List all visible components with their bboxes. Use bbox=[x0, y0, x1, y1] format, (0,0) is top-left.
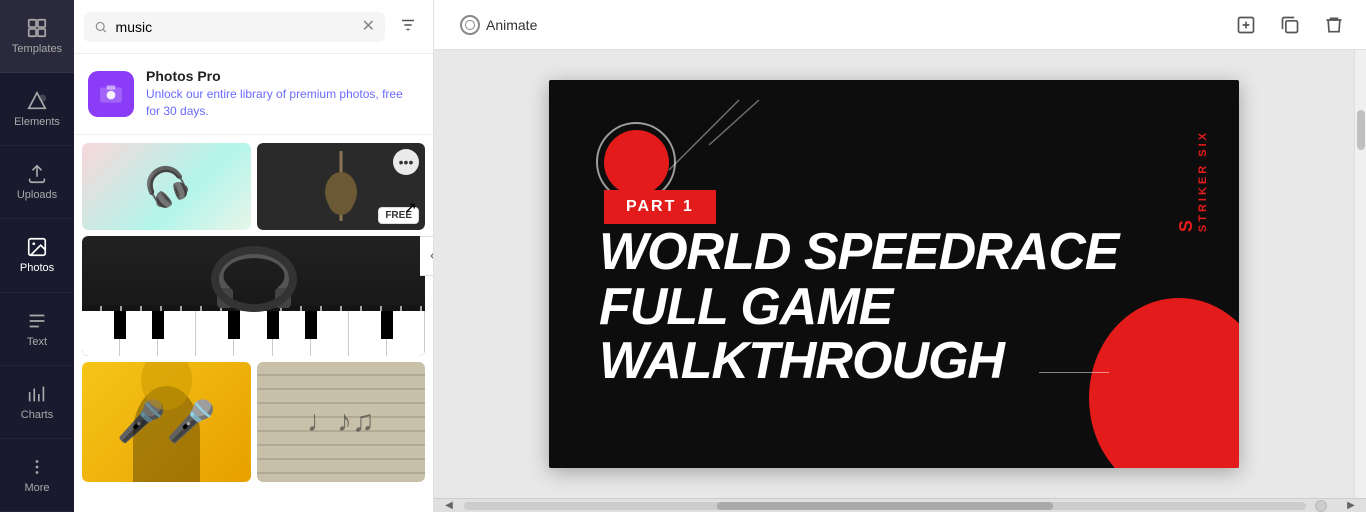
sidebar-more-label: More bbox=[24, 482, 49, 494]
slide-red-circle bbox=[604, 130, 669, 195]
search-input[interactable]: music bbox=[116, 19, 354, 35]
sidebar-charts-label: Charts bbox=[21, 409, 53, 421]
clear-search-button[interactable]: ✕ bbox=[362, 19, 375, 35]
scroll-indicator-dot bbox=[1315, 500, 1327, 512]
image-grid: ••• FREE ↗ bbox=[74, 135, 433, 512]
add-page-button[interactable] bbox=[1230, 9, 1262, 41]
sidebar-uploads-label: Uploads bbox=[17, 189, 57, 201]
delete-button[interactable] bbox=[1318, 9, 1350, 41]
filter-icon bbox=[399, 16, 417, 34]
add-icon bbox=[1236, 15, 1256, 35]
sidebar-item-photos[interactable]: Photos bbox=[0, 219, 74, 292]
photos-pro-text: Photos Pro Unlock our entire library of … bbox=[146, 68, 419, 120]
duplicate-button[interactable] bbox=[1274, 9, 1306, 41]
sidebar-item-elements[interactable]: Elements bbox=[0, 73, 74, 146]
sidebar-item-text[interactable]: Text bbox=[0, 293, 74, 366]
sidebar-item-charts[interactable]: Charts bbox=[0, 366, 74, 439]
image-row-1: ••• FREE ↗ bbox=[82, 143, 425, 230]
image-row-3: 🎤 ♩♪♫ bbox=[82, 362, 425, 482]
bottom-scroll-track[interactable] bbox=[464, 502, 1306, 510]
image-row-2 bbox=[82, 236, 425, 356]
image-cell-pink-headphones[interactable] bbox=[82, 143, 251, 230]
photos-pro-icon bbox=[88, 71, 134, 117]
photos-panel: music ✕ Photos Pro Unlock our entire lib… bbox=[74, 0, 434, 512]
free-badge: FREE bbox=[378, 207, 419, 224]
sidebar-item-templates[interactable]: Templates bbox=[0, 0, 74, 73]
sidebar-templates-label: Templates bbox=[12, 43, 62, 55]
bottom-nav: ◀ ▶ bbox=[434, 498, 1366, 512]
design-slide[interactable]: PART 1 WORLD SPEEDRACE FULL GAME WALKTHR… bbox=[549, 80, 1239, 468]
image-more-button-guitar[interactable]: ••• bbox=[393, 149, 419, 175]
image-cell-sheet-music[interactable]: ♩♪♫ bbox=[257, 362, 426, 482]
photos-pro-title: Photos Pro bbox=[146, 68, 419, 84]
search-wrapper: music ✕ bbox=[84, 12, 385, 42]
next-page-button[interactable]: ▶ bbox=[1336, 499, 1366, 512]
animate-button[interactable]: Animate bbox=[450, 9, 547, 41]
prev-page-button[interactable]: ◀ bbox=[434, 499, 464, 512]
scroll-thumb bbox=[1357, 110, 1365, 150]
toolbar-right bbox=[1230, 9, 1350, 41]
sidebar-text-label: Text bbox=[27, 336, 47, 348]
slide-title-line2: FULL GAME bbox=[599, 280, 1118, 335]
sidebar-item-more[interactable]: More bbox=[0, 439, 74, 512]
search-icon bbox=[94, 19, 108, 35]
image-cell-yellow-singer[interactable]: 🎤 bbox=[82, 362, 251, 482]
canvas-area: Animate bbox=[434, 0, 1366, 512]
trash-icon bbox=[1324, 15, 1344, 35]
sidebar-photos-label: Photos bbox=[20, 262, 54, 274]
animate-icon bbox=[460, 15, 480, 35]
animate-label: Animate bbox=[486, 17, 537, 33]
slide-title-line3: WALKTHROUGH bbox=[599, 334, 1118, 389]
sidebar: Templates Elements Uploads Photos Text bbox=[0, 0, 74, 512]
search-bar: music ✕ bbox=[74, 0, 433, 54]
canvas-scroll[interactable]: PART 1 WORLD SPEEDRACE FULL GAME WALKTHR… bbox=[434, 50, 1354, 498]
slide-title: WORLD SPEEDRACE FULL GAME WALKTHROUGH bbox=[599, 225, 1118, 389]
right-scrollbar[interactable] bbox=[1354, 50, 1366, 498]
slide-brand: S STRIKER SIX bbox=[1176, 130, 1209, 232]
slide-horizontal-line bbox=[1039, 372, 1109, 373]
slide-title-line1: WORLD SPEEDRACE bbox=[599, 225, 1118, 280]
photos-pro-banner[interactable]: Photos Pro Unlock our entire library of … bbox=[74, 54, 433, 135]
canvas-toolbar: Animate bbox=[434, 0, 1366, 50]
sidebar-item-uploads[interactable]: Uploads bbox=[0, 146, 74, 219]
image-cell-headphones-piano[interactable] bbox=[82, 236, 425, 356]
image-cell-guitar[interactable]: ••• FREE ↗ bbox=[257, 143, 426, 230]
sidebar-elements-label: Elements bbox=[14, 116, 60, 128]
photos-pro-description: Unlock our entire library of premium pho… bbox=[146, 86, 419, 120]
duplicate-icon bbox=[1280, 15, 1300, 35]
bottom-scroll-thumb bbox=[717, 502, 1054, 510]
filter-button[interactable] bbox=[393, 10, 423, 43]
collapse-panel-button[interactable]: ‹ bbox=[420, 236, 434, 276]
slide-part-badge: PART 1 bbox=[604, 190, 716, 224]
